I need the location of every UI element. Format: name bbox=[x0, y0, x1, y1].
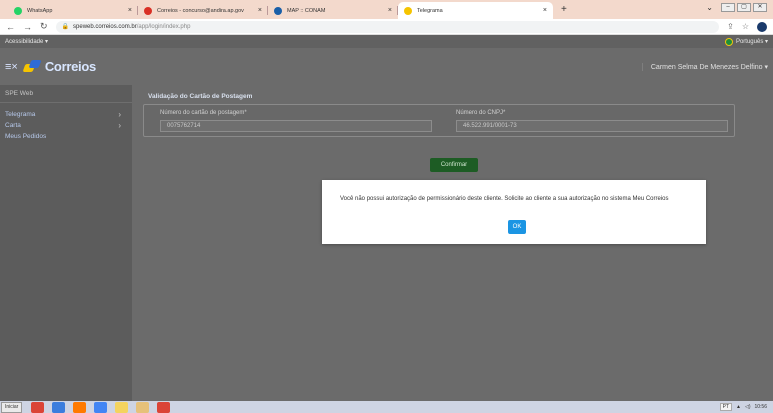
validation-form: Número do cartão de postagem* 0075762714… bbox=[143, 104, 735, 137]
url-host: speweb.correios.com.br bbox=[73, 23, 137, 30]
chevron-right-icon: › bbox=[118, 121, 121, 130]
browser-tab-strip: WhatsApp × Correios - concurso@andira.ap.g… bbox=[0, 0, 773, 19]
tab-title: Correios - concurso@andira.ap.gov bbox=[157, 7, 244, 14]
start-button[interactable]: Iniciar bbox=[1, 401, 23, 413]
chevron-right-icon: › bbox=[118, 110, 121, 119]
forward-icon[interactable]: → bbox=[23, 22, 32, 32]
correios-logo-icon bbox=[22, 59, 42, 74]
tab-title: MAP :: CONAM bbox=[287, 7, 326, 14]
accessibility-menu[interactable]: Acessibilidade ▾ bbox=[5, 38, 48, 45]
sidebar-item-label: Meus Pedidos bbox=[5, 133, 47, 140]
lock-icon: 🔒 bbox=[61, 24, 70, 30]
tab-close-icon[interactable]: × bbox=[258, 7, 262, 14]
bookmark-star-icon[interactable]: ☆ bbox=[742, 22, 749, 31]
page-title: Validação do Cartão de Postagem bbox=[148, 93, 253, 100]
sidebar-item-meus-pedidos[interactable]: Meus Pedidos bbox=[0, 131, 132, 142]
address-bar: ← → ↻ 🔒 speweb.correios.com.br /app/logi… bbox=[0, 19, 773, 35]
tab-close-icon[interactable]: × bbox=[128, 7, 132, 14]
chrome-icon[interactable] bbox=[94, 401, 108, 413]
explorer-icon[interactable] bbox=[136, 401, 150, 413]
close-window-button[interactable]: ✕ bbox=[753, 3, 767, 12]
browser-tab[interactable]: Telegrama × bbox=[398, 2, 553, 19]
share-icon[interactable]: ⇪ bbox=[727, 22, 734, 31]
chrome-icon[interactable] bbox=[31, 401, 45, 413]
minimize-button[interactable]: – bbox=[721, 3, 735, 12]
clock[interactable]: 10:56 bbox=[754, 404, 767, 410]
conam-icon bbox=[274, 6, 282, 15]
confirm-button[interactable]: Confirmar bbox=[430, 158, 478, 172]
folder-icon[interactable] bbox=[115, 401, 129, 413]
window-controls: ⌄ – ▢ ✕ bbox=[706, 3, 767, 12]
tab-title: Telegrama bbox=[417, 7, 443, 14]
accessibility-bar: Acessibilidade ▾ Português ▾ bbox=[0, 35, 773, 48]
card-number-field[interactable]: 0075762714 bbox=[160, 120, 432, 132]
sidebar-header: SPE Web bbox=[0, 85, 132, 103]
sidebar-item-carta[interactable]: Carta › bbox=[0, 120, 132, 131]
cnpj-label: Número do CNPJ* bbox=[456, 110, 506, 116]
os-taskbar: Iniciar PT ▲ ◁) 10:56 bbox=[0, 401, 773, 413]
back-icon[interactable]: ← bbox=[6, 22, 15, 32]
sidebar: SPE Web Telegrama › Carta › Meus Pedidos bbox=[0, 85, 132, 401]
language-selector[interactable]: Português ▾ bbox=[724, 37, 768, 46]
system-tray: PT ▲ ◁) 10:56 bbox=[719, 403, 773, 411]
sidebar-item-label: Carta bbox=[5, 122, 21, 129]
card-number-label: Número do cartão de postagem* bbox=[160, 110, 247, 116]
authorization-error-dialog: Você não possui autorização de permissio… bbox=[322, 180, 706, 244]
correios-logo-text: Correios bbox=[44, 59, 96, 74]
reload-icon[interactable]: ↻ bbox=[40, 21, 48, 32]
cnpj-field[interactable]: 46.522.991/0001-73 bbox=[456, 120, 728, 132]
ok-button[interactable]: OK bbox=[508, 220, 526, 234]
tab-search-chevron-icon[interactable]: ⌄ bbox=[706, 3, 713, 12]
brazil-flag-icon bbox=[724, 37, 733, 46]
maximize-button[interactable]: ▢ bbox=[737, 3, 751, 12]
firefox-icon[interactable] bbox=[73, 401, 87, 413]
hamburger-menu-icon[interactable]: ≡× bbox=[5, 61, 18, 73]
speaker-icon[interactable]: ◁) bbox=[745, 404, 751, 410]
chrome-icon[interactable] bbox=[157, 401, 171, 413]
whatsapp-icon bbox=[14, 6, 22, 15]
site-header: ≡× Correios Carmen Selma De Menezes Delf… bbox=[0, 48, 773, 85]
browser-tab[interactable]: WhatsApp × bbox=[8, 2, 138, 19]
correios-icon bbox=[404, 6, 412, 15]
new-tab-button[interactable]: + bbox=[561, 4, 567, 19]
url-field[interactable]: 🔒 speweb.correios.com.br /app/login/inde… bbox=[55, 20, 720, 33]
mail-icon[interactable] bbox=[52, 401, 66, 413]
user-menu[interactable]: Carmen Selma De Menezes Delfino ▾ bbox=[641, 62, 768, 71]
language-indicator[interactable]: PT bbox=[719, 403, 733, 411]
sidebar-item-label: Telegrama bbox=[5, 111, 36, 118]
language-label: Português ▾ bbox=[735, 39, 768, 45]
network-icon[interactable]: ▲ bbox=[736, 404, 741, 410]
tab-close-icon[interactable]: × bbox=[543, 7, 547, 14]
browser-tab[interactable]: MAP :: CONAM × bbox=[268, 2, 398, 19]
tab-close-icon[interactable]: × bbox=[388, 7, 392, 14]
gmail-icon bbox=[144, 6, 152, 15]
url-path: /app/login/index.php bbox=[136, 23, 191, 30]
browser-tab[interactable]: Correios - concurso@andira.ap.gov × bbox=[138, 2, 268, 19]
dialog-message: Você não possui autorização de permissio… bbox=[340, 196, 669, 202]
profile-avatar[interactable] bbox=[757, 21, 767, 32]
sidebar-item-telegrama[interactable]: Telegrama › bbox=[0, 109, 132, 120]
tab-title: WhatsApp bbox=[27, 7, 53, 14]
